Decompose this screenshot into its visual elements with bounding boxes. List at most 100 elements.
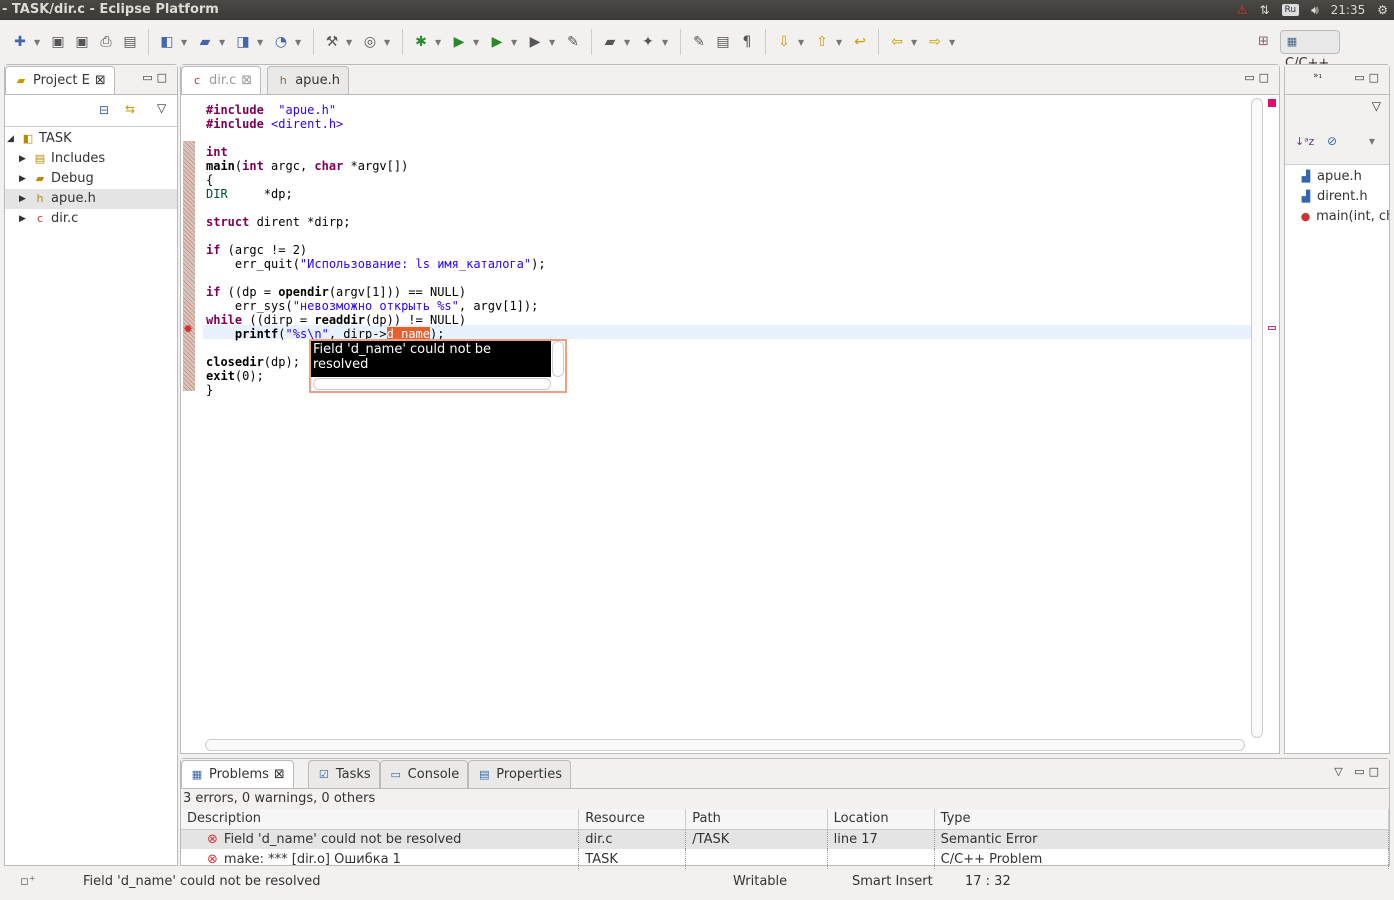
dropdown-arrow-icon[interactable]: ▼ <box>34 38 44 47</box>
new-icon[interactable]: ✚ <box>10 32 30 52</box>
run-history-icon[interactable]: ▶ <box>487 32 507 52</box>
prev-annotation-icon[interactable]: ⇧ <box>812 32 832 52</box>
tree-item[interactable]: ▶ h apue.h <box>5 189 177 209</box>
dropdown-arrow-icon[interactable]: ▼ <box>511 38 521 47</box>
dropdown-arrow-icon[interactable]: ▼ <box>384 38 394 47</box>
tab-problems[interactable]: ▦ Problems ⊠ <box>181 760 294 788</box>
outline-item[interactable]: ● main(int, ch <box>1299 207 1389 227</box>
close-icon[interactable]: ⊠ <box>95 73 106 88</box>
save-all-icon[interactable]: ▣ <box>72 32 92 52</box>
close-icon[interactable]: ⊠ <box>241 73 252 88</box>
collapse-all-icon[interactable]: ⊟ <box>99 103 109 117</box>
expanded-arrow-icon[interactable]: ◢ <box>7 129 17 149</box>
tooltip-hscrollbar[interactable] <box>313 378 551 390</box>
debug-icon[interactable]: ✱ <box>411 32 431 52</box>
dropdown-arrow-icon[interactable]: ▼ <box>295 38 305 47</box>
sort-icon[interactable]: ↓ᵃz <box>1295 135 1314 148</box>
link-with-editor-icon[interactable]: ⇆ <box>125 102 135 116</box>
volume-icon[interactable]: 🔊︎ <box>1311 3 1319 18</box>
tree-item[interactable]: ◢ ◧ TASK <box>5 129 177 149</box>
open-perspective-icon[interactable]: ⊞ <box>1258 34 1269 49</box>
next-annotation-icon[interactable]: ⇩ <box>774 32 794 52</box>
tab-dir-c[interactable]: c dir.c ⊠ <box>181 66 262 94</box>
dropdown-arrow-icon[interactable]: ▼ <box>836 38 846 47</box>
tab-console[interactable]: ▭ Console <box>379 760 469 788</box>
search-icon[interactable]: ✦ <box>638 32 658 52</box>
highlight-icon[interactable]: ✎ <box>689 32 709 52</box>
pin-icon[interactable]: ✎ <box>563 32 583 52</box>
new-class-icon[interactable]: ◨ <box>233 32 253 52</box>
minimize-maximize-buttons[interactable]: ▭□ <box>1354 71 1383 84</box>
save-icon[interactable]: ▣ <box>48 32 68 52</box>
minimize-maximize-buttons[interactable]: ▭□ <box>1244 71 1273 84</box>
view-menu-icon[interactable]: ▽ <box>157 101 166 115</box>
back-icon[interactable]: ⇦ <box>887 32 907 52</box>
error-overview-icon[interactable] <box>1268 99 1276 107</box>
print-icon[interactable]: ⎙ <box>96 32 116 52</box>
clock[interactable]: 21:35 <box>1331 3 1366 17</box>
dropdown-arrow-icon[interactable]: ▼ <box>181 38 191 47</box>
target-icon[interactable]: ◎ <box>360 32 380 52</box>
close-icon[interactable]: ⊠ <box>274 767 285 782</box>
outline-item[interactable]: ▟ dirent.h <box>1299 187 1389 207</box>
warning-icon[interactable]: ⚠ <box>1237 3 1248 17</box>
outline-item[interactable]: ▟ apue.h <box>1299 167 1389 187</box>
collapsed-arrow-icon[interactable]: ▶ <box>19 149 29 169</box>
block-icon[interactable]: ▤ <box>713 32 733 52</box>
dropdown-arrow-icon[interactable]: ▼ <box>911 38 921 47</box>
network-icon[interactable]: ⇅ <box>1259 3 1269 17</box>
column-header-location[interactable]: Location <box>827 809 935 830</box>
external-tools-icon[interactable]: ▶ <box>525 32 545 52</box>
tab-apue-h[interactable]: h apue.h <box>267 66 350 94</box>
column-header-type[interactable]: Type <box>934 809 1390 830</box>
dropdown-arrow-icon[interactable]: ▼ <box>473 38 483 47</box>
build-icon[interactable]: ⚒ <box>322 32 342 52</box>
dropdown-arrow-icon[interactable]: ▼ <box>219 38 229 47</box>
dropdown-arrow-icon[interactable]: ▼ <box>257 38 267 47</box>
editor-hscrollbar[interactable] <box>205 739 1245 751</box>
dropdown-arrow-icon[interactable]: ▼ <box>624 38 634 47</box>
column-header-description[interactable]: Description <box>181 809 580 830</box>
dropdown-arrow-icon[interactable]: ▼ <box>798 38 808 47</box>
fast-view-icon[interactable]: ▫⁺ <box>20 874 36 889</box>
minimize-maximize-buttons[interactable]: ▭□ <box>142 71 171 84</box>
editor-vscrollbar[interactable] <box>1251 98 1263 738</box>
dropdown-arrow-icon[interactable]: ▼ <box>346 38 356 47</box>
tree-item[interactable]: ▶ ▰ Debug <box>5 169 177 189</box>
run-icon[interactable]: ▶ <box>449 32 469 52</box>
forward-icon[interactable]: ⇨ <box>925 32 945 52</box>
tab-properties[interactable]: ▤ Properties <box>468 760 571 788</box>
open-type-icon[interactable]: ▰ <box>600 32 620 52</box>
last-edit-icon[interactable]: ↩ <box>850 32 870 52</box>
perspective-cpp-button[interactable]: ▦C/C++ <box>1280 30 1340 71</box>
tab-project-explorer[interactable]: ▰ Project E ⊠ <box>5 66 115 94</box>
view-menu-icon[interactable]: ▽ <box>1372 99 1381 113</box>
collapsed-arrow-icon[interactable]: ▶ <box>19 169 29 189</box>
new-cpp-project-icon[interactable]: ◧ <box>157 32 177 52</box>
keyboard-layout[interactable]: Ru <box>1281 4 1300 16</box>
tree-item[interactable]: ▶ c dir.c <box>5 209 177 229</box>
dropdown-icon[interactable]: ▼ <box>1369 137 1375 146</box>
new-file-icon[interactable]: ◔ <box>271 32 291 52</box>
tab-tasks[interactable]: ☑ Tasks <box>307 760 380 788</box>
overview-ruler-mark[interactable] <box>1268 326 1276 330</box>
column-header-resource[interactable]: Resource <box>578 809 687 830</box>
dropdown-arrow-icon[interactable]: ▼ <box>435 38 445 47</box>
tooltip-vscrollbar[interactable] <box>552 341 564 377</box>
dropdown-arrow-icon[interactable]: ▼ <box>549 38 559 47</box>
tree-item[interactable]: ▶ ▤ Includes <box>5 149 177 169</box>
view-menu-minimize-maximize[interactable]: ▽ ▭□ <box>1334 765 1383 778</box>
code-editor[interactable]: ✹ #include "apue.h" #include <dirent.h> in… <box>181 96 1279 753</box>
new-folder-icon[interactable]: ▰ <box>195 32 215 52</box>
column-header-path[interactable]: Path <box>685 809 828 830</box>
dropdown-arrow-icon[interactable]: ▼ <box>662 38 672 47</box>
whitespace-icon[interactable]: ¶ <box>737 32 757 52</box>
hide-fields-icon[interactable]: ⊘ <box>1327 134 1337 148</box>
collapsed-arrow-icon[interactable]: ▶ <box>19 209 29 229</box>
problem-row[interactable]: ⊗ Field 'd_name' could not be resolved dir… <box>181 829 1390 849</box>
collapsed-arrow-icon[interactable]: ▶ <box>19 189 29 209</box>
more-views-icon[interactable]: »₁ <box>1313 71 1322 81</box>
power-icon[interactable]: ⚙ <box>1377 3 1388 17</box>
dropdown-arrow-icon[interactable]: ▼ <box>949 38 959 47</box>
binary-icon[interactable]: ▤ <box>120 32 140 52</box>
